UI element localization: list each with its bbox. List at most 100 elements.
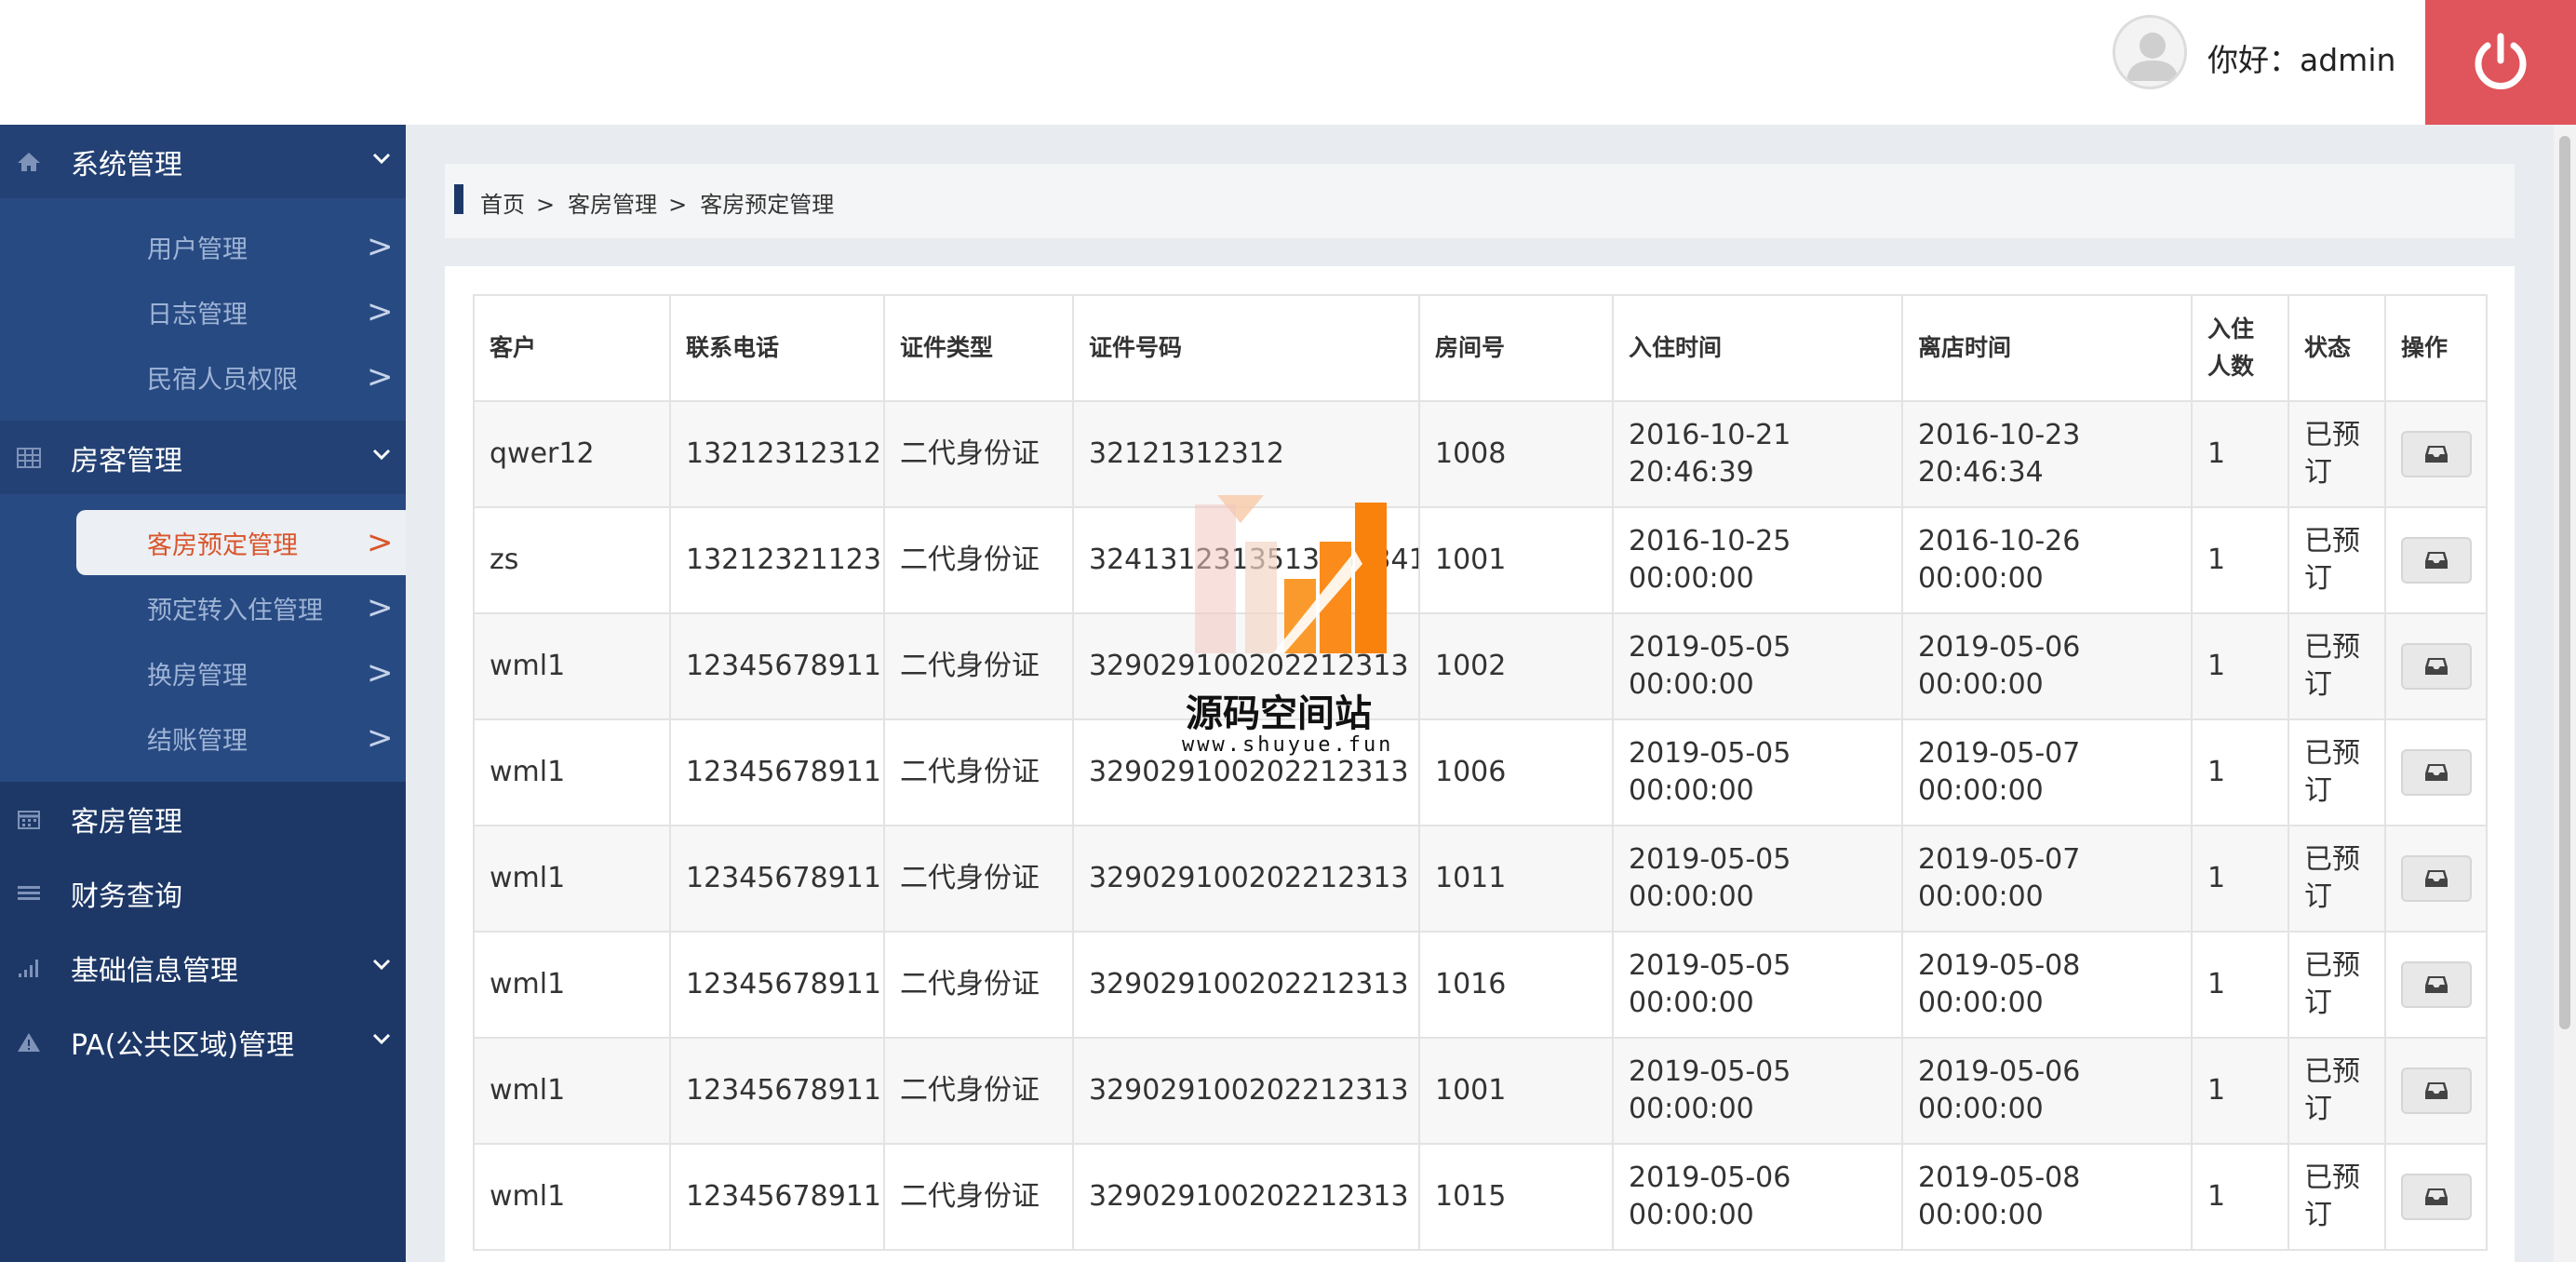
sidebar-item-reservation-to-checkin[interactable]: 预定转入住管理 > — [0, 575, 406, 640]
date-text: 2019-05-06 — [1629, 1161, 1791, 1194]
user-avatar-icon[interactable] — [2113, 15, 2187, 89]
reservation-table: 客户 联系电话 证件类型 证件号码 房间号 入住时间 离店时间 入住人数 状态 … — [473, 294, 2488, 1251]
submenu-system: 用户管理 > 日志管理 > 民宿人员权限 > — [0, 199, 406, 421]
time-text: 20:46:39 — [1629, 456, 1754, 489]
date-text: 2019-05-07 — [1918, 737, 2081, 770]
menu-room-management[interactable]: 客房管理 — [0, 782, 406, 856]
logout-button[interactable] — [2425, 0, 2576, 125]
cell-id-type: 二代身份证 — [883, 612, 1074, 720]
cell-id-number: 329029100202212313 — [1072, 1037, 1420, 1145]
breadcrumb-separator: > — [536, 192, 556, 218]
checkin-action-button[interactable] — [2401, 431, 2472, 477]
cell-phone: 12345678911 — [669, 825, 885, 933]
time-text: 00:00:00 — [1629, 562, 1754, 595]
sidebar-item-room-reservation[interactable]: 客房预定管理 > — [0, 510, 406, 575]
sidebar-item-staff-permissions[interactable]: 民宿人员权限 > — [0, 344, 406, 409]
inbox-icon — [2425, 976, 2448, 993]
cell-status: 已预订 — [2288, 612, 2386, 720]
column-header: 联系电话 — [669, 294, 885, 402]
cell-checkin-time: 2019-05-05 00:00:00 — [1612, 931, 1903, 1039]
arrow-right-icon: > — [367, 589, 394, 626]
cell-guests: 1 — [2191, 612, 2289, 720]
cell-room: 1002 — [1418, 612, 1614, 720]
cell-status: 已预订 — [2288, 400, 2386, 508]
date-text: 2019-05-06 — [1918, 631, 2081, 664]
sidebar-item-label: 客房预定管理 — [147, 530, 298, 560]
user-greeting: 你好：admin — [2207, 42, 2396, 78]
time-text: 00:00:00 — [1629, 1199, 1754, 1231]
cell-room: 1001 — [1418, 506, 1614, 614]
menu-basic-info[interactable]: 基础信息管理 — [0, 931, 406, 1005]
column-header: 入住时间 — [1612, 294, 1903, 402]
inbox-icon — [2425, 870, 2448, 887]
date-text: 2016-10-23 — [1918, 419, 2081, 451]
column-header: 客户 — [473, 294, 671, 402]
page-scrollbar-thumb[interactable] — [2559, 136, 2570, 1029]
table-header-row: 客户 联系电话 证件类型 证件号码 房间号 入住时间 离店时间 入住人数 状态 … — [473, 294, 2488, 402]
cell-customer: wml1 — [473, 718, 671, 826]
sidebar-item-user-management[interactable]: 用户管理 > — [0, 214, 406, 279]
cell-id-number: 329029100202212313 — [1072, 1143, 1420, 1251]
breadcrumb-home-link[interactable]: 首页 — [480, 192, 525, 218]
column-header: 状态 — [2288, 294, 2386, 402]
cell-id-type: 二代身份证 — [883, 1037, 1074, 1145]
date-text: 2016-10-25 — [1629, 525, 1791, 557]
breadcrumb-room-management-link[interactable]: 客房管理 — [568, 192, 657, 218]
cell-id-type: 二代身份证 — [883, 1143, 1074, 1251]
cell-room: 1016 — [1418, 931, 1614, 1039]
checkin-action-button[interactable] — [2401, 749, 2472, 796]
cell-guests: 1 — [2191, 1037, 2289, 1145]
checkin-action-button[interactable] — [2401, 855, 2472, 902]
cell-phone: 12345678911 — [669, 1037, 885, 1145]
menu-public-area[interactable]: PA(公共区域)管理 — [0, 1005, 406, 1080]
time-text: 00:00:00 — [1918, 562, 2044, 595]
menu-system-management[interactable]: 系统管理 — [0, 125, 406, 199]
table-row: wml1 12345678911 二代身份证 329029100202212313 10… — [473, 931, 2488, 1039]
checkin-action-button[interactable] — [2401, 537, 2472, 584]
checkin-action-button[interactable] — [2401, 643, 2472, 690]
cell-id-number: 329029100202212313 — [1072, 931, 1420, 1039]
menu-label: 财务查询 — [71, 880, 182, 913]
sidebar-item-log-management[interactable]: 日志管理 > — [0, 279, 406, 344]
cell-id-type: 二代身份证 — [883, 400, 1074, 508]
list-lines-icon — [18, 886, 40, 900]
sidebar-item-label: 结账管理 — [147, 726, 248, 756]
time-text: 00:00:00 — [1629, 880, 1754, 913]
cell-checkout-time: 2019-05-08 00:00:00 — [1901, 931, 2193, 1039]
inbox-icon — [2425, 552, 2448, 569]
checkin-action-button[interactable] — [2401, 961, 2472, 1008]
cell-customer: wml1 — [473, 612, 671, 720]
checkin-action-button[interactable] — [2401, 1067, 2472, 1114]
menu-label: PA(公共区域)管理 — [71, 1029, 295, 1062]
sidebar-item-checkout[interactable]: 结账管理 > — [0, 705, 406, 771]
cell-checkin-time: 2019-05-05 00:00:00 — [1612, 825, 1903, 933]
sidebar-item-room-change[interactable]: 换房管理 > — [0, 640, 406, 705]
cell-actions — [2384, 400, 2488, 508]
inbox-icon — [2425, 1082, 2448, 1099]
chevron-down-icon — [372, 449, 391, 461]
time-text: 00:00:00 — [1918, 1199, 2044, 1231]
cell-customer: wml1 — [473, 1143, 671, 1251]
chevron-down-icon — [372, 959, 391, 971]
breadcrumb: 首页 > 客房管理 > 客房预定管理 — [445, 164, 2515, 238]
inbox-icon — [2425, 764, 2448, 781]
date-text: 2019-05-05 — [1629, 631, 1791, 664]
menu-guest-management[interactable]: 房客管理 — [0, 421, 406, 495]
time-text: 00:00:00 — [1918, 880, 2044, 913]
watermark-url: www.shuyue.fun — [1182, 733, 1394, 757]
checkin-action-button[interactable] — [2401, 1174, 2472, 1220]
watermark-title: 源码空间站 — [1186, 692, 1372, 735]
time-text: 00:00:00 — [1918, 1093, 2044, 1125]
time-text: 00:00:00 — [1629, 774, 1754, 807]
cell-status: 已预订 — [2288, 825, 2386, 933]
date-text: 2019-05-06 — [1918, 1055, 2081, 1088]
column-header: 操作 — [2384, 294, 2488, 402]
arrow-right-icon: > — [367, 358, 394, 396]
table-row: wml1 12345678911 二代身份证 329029100202212313 10… — [473, 612, 2488, 720]
cell-status: 已预订 — [2288, 1037, 2386, 1145]
grid-table-icon — [17, 448, 41, 468]
top-header: 你好：admin — [0, 0, 2576, 125]
table-row: wml1 12345678911 二代身份证 329029100202212313 10… — [473, 1037, 2488, 1145]
sidebar-item-label: 用户管理 — [147, 235, 248, 264]
menu-finance-query[interactable]: 财务查询 — [0, 856, 406, 931]
